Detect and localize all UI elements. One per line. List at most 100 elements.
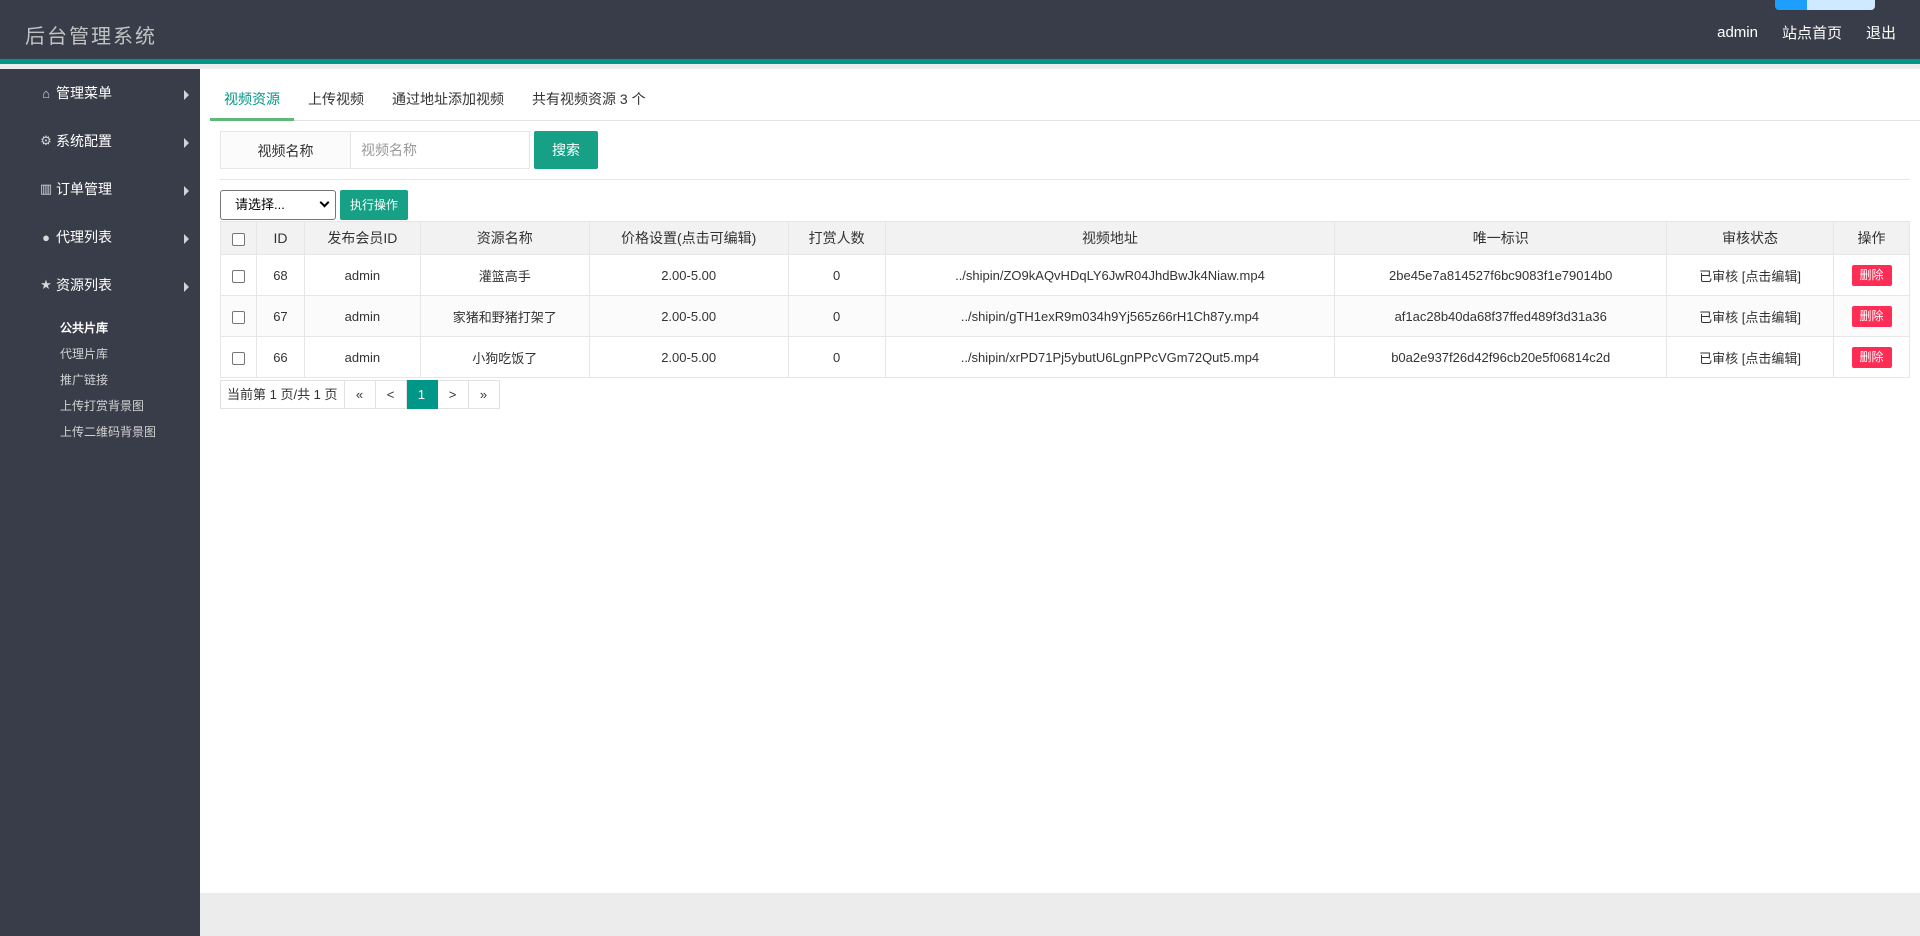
caret-right-icon xyxy=(184,90,189,100)
current-page-button[interactable]: 1 xyxy=(406,380,438,409)
select-all-checkbox[interactable] xyxy=(231,232,245,246)
site-home-link[interactable]: 站点首页 xyxy=(1782,22,1842,43)
logout-link[interactable]: 退出 xyxy=(1866,22,1896,43)
select-all-cell xyxy=(220,221,257,255)
user-link-admin[interactable]: admin xyxy=(1717,24,1758,41)
column-header-member: 发布会员ID xyxy=(303,221,421,255)
app-title: 后台管理系统 xyxy=(25,26,157,48)
caret-right-icon xyxy=(184,186,189,196)
submenu-agent-library[interactable]: 代理片库 xyxy=(0,341,200,367)
table-row: 67 admin 家猪和野猪打架了 2.00-5.00 0 ../shipin/… xyxy=(220,295,1910,337)
main-content: 视频资源 上传视频 通过地址添加视频 共有视频资源 3 个 视频名称 视频名称 … xyxy=(200,69,1920,893)
edit-status-link[interactable]: [点击编辑] xyxy=(1742,351,1801,366)
home-icon: ⌂ xyxy=(42,85,50,101)
status-text: 已审核 xyxy=(1699,268,1739,284)
tab-video-resources[interactable]: 视频资源 xyxy=(210,81,294,121)
cell-id: 67 xyxy=(255,295,305,337)
cell-price[interactable]: 2.00-5.00 xyxy=(588,295,789,337)
row-checkbox[interactable] xyxy=(231,351,245,365)
sidebar-item-manage-menu[interactable]: ⌂ 管理菜单 xyxy=(0,69,200,117)
execute-action-button[interactable]: 执行操作 xyxy=(340,190,408,220)
cell-uid: af1ac28b40da68f37ffed489f3d31a36 xyxy=(1334,295,1668,337)
submenu-promo-links[interactable]: 推广链接 xyxy=(0,367,200,393)
top-header: 后台管理系统 admin 站点首页 退出 xyxy=(0,0,1920,64)
caret-right-icon xyxy=(184,234,189,244)
sidebar-item-resources[interactable]: ★ 资源列表 xyxy=(0,261,200,309)
cell-status: 已审核 [点击编辑] xyxy=(1666,254,1835,296)
column-header-url: 视频地址 xyxy=(884,221,1336,255)
first-page-button[interactable]: « xyxy=(344,380,376,409)
submenu-upload-qrcode-bg[interactable]: 上传二维码背景图 xyxy=(0,419,200,445)
cell-name: 家猪和野猪打架了 xyxy=(419,295,590,337)
column-header-donors: 打赏人数 xyxy=(787,221,886,255)
divider xyxy=(220,179,1910,180)
cell-uid: 2be45e7a814527f6bc9083f1e79014b0 xyxy=(1334,254,1668,296)
star-icon: ★ xyxy=(40,277,52,292)
chevron-down-icon xyxy=(319,197,330,208)
column-header-name: 资源名称 xyxy=(419,221,590,255)
user-icon: ● xyxy=(42,229,50,245)
cell-url: ../shipin/xrPD71Pj5ybutU6LgnPPcVGm72Qut5… xyxy=(884,336,1336,378)
table-header-row: ID 发布会员ID 资源名称 价格设置(点击可编辑) 打赏人数 视频地址 唯一标… xyxy=(220,221,1910,255)
cell-price[interactable]: 2.00-5.00 xyxy=(588,336,789,378)
cell-member: admin xyxy=(303,336,421,378)
sidebar: ⌂ 管理菜单 ⚙ 系统配置 ▥ 订单管理 ● 代理列表 ★ 资源列表 公共片库 … xyxy=(0,69,200,936)
row-select-cell xyxy=(220,254,257,296)
column-header-actions: 操作 xyxy=(1833,221,1910,255)
search-button[interactable]: 搜索 xyxy=(534,131,598,169)
status-text: 已审核 xyxy=(1699,309,1739,325)
sidebar-item-orders[interactable]: ▥ 订单管理 xyxy=(0,165,200,213)
resource-count: 共有视频资源 3 个 xyxy=(532,91,646,107)
cell-url: ../shipin/ZO9kAQvHDqLY6JwR04JhdBwJk4Niaw… xyxy=(884,254,1336,296)
bulk-action-select[interactable]: 请选择... xyxy=(220,190,336,220)
video-table: ID 发布会员ID 资源名称 价格设置(点击可编辑) 打赏人数 视频地址 唯一标… xyxy=(220,221,1910,378)
top-nav: admin 站点首页 退出 xyxy=(1717,0,1920,64)
row-checkbox[interactable] xyxy=(231,310,245,324)
submenu-public-library[interactable]: 公共片库 xyxy=(0,315,200,341)
delete-button[interactable]: 删除 xyxy=(1851,264,1892,286)
delete-button[interactable]: 删除 xyxy=(1851,346,1892,368)
cell-member: admin xyxy=(303,295,421,337)
cell-url: ../shipin/gTH1exR9m034h9Yj565z66rH1Ch87y… xyxy=(884,295,1336,337)
edit-status-link[interactable]: [点击编辑] xyxy=(1742,310,1801,325)
delete-button[interactable]: 删除 xyxy=(1851,305,1892,327)
cell-actions: 删除 xyxy=(1833,336,1910,378)
cell-id: 66 xyxy=(255,336,305,378)
table-row: 68 admin 灌篮高手 2.00-5.00 0 ../shipin/ZO9k… xyxy=(220,254,1910,296)
next-page-button[interactable]: > xyxy=(437,380,469,409)
caret-right-icon xyxy=(184,138,189,148)
sidebar-item-agents[interactable]: ● 代理列表 xyxy=(0,213,200,261)
column-header-status: 审核状态 xyxy=(1666,221,1835,255)
prev-page-button[interactable]: < xyxy=(375,380,407,409)
search-input[interactable]: 视频名称 xyxy=(350,131,530,169)
cell-status: 已审核 [点击编辑] xyxy=(1666,295,1835,337)
page-info: 当前第 1 页/共 1 页 xyxy=(220,380,345,409)
column-header-id: ID xyxy=(255,221,305,255)
search-label: 视频名称 xyxy=(220,131,350,169)
bar-chart-icon: ▥ xyxy=(39,181,53,196)
status-text: 已审核 xyxy=(1699,350,1739,366)
last-page-button[interactable]: » xyxy=(468,380,500,409)
bulk-action-bar: 请选择... 执行操作 xyxy=(220,190,408,220)
cell-id: 68 xyxy=(255,254,305,296)
table-row: 66 admin 小狗吃饭了 2.00-5.00 0 ../shipin/xrP… xyxy=(220,336,1910,378)
cell-donors: 0 xyxy=(787,295,886,337)
cell-name: 小狗吃饭了 xyxy=(419,336,590,378)
cell-member: admin xyxy=(303,254,421,296)
sidebar-item-system-config[interactable]: ⚙ 系统配置 xyxy=(0,117,200,165)
cell-actions: 删除 xyxy=(1833,295,1910,337)
cell-name: 灌篮高手 xyxy=(419,254,590,296)
search-form: 视频名称 视频名称 搜索 xyxy=(220,131,598,169)
edit-status-link[interactable]: [点击编辑] xyxy=(1742,269,1801,284)
cell-actions: 删除 xyxy=(1833,254,1910,296)
submenu-upload-donate-bg[interactable]: 上传打赏背景图 xyxy=(0,393,200,419)
tab-bar: 视频资源 上传视频 通过地址添加视频 共有视频资源 3 个 xyxy=(210,81,1920,121)
tab-add-by-url[interactable]: 通过地址添加视频 xyxy=(378,81,518,121)
cell-uid: b0a2e937f26d42f96cb20e5f06814c2d xyxy=(1334,336,1668,378)
cell-donors: 0 xyxy=(787,336,886,378)
tab-upload-video[interactable]: 上传视频 xyxy=(294,81,378,121)
row-checkbox[interactable] xyxy=(231,269,245,283)
cell-price[interactable]: 2.00-5.00 xyxy=(588,254,789,296)
pagination: 当前第 1 页/共 1 页 « < 1 > » xyxy=(220,380,500,409)
caret-right-icon xyxy=(184,282,189,292)
